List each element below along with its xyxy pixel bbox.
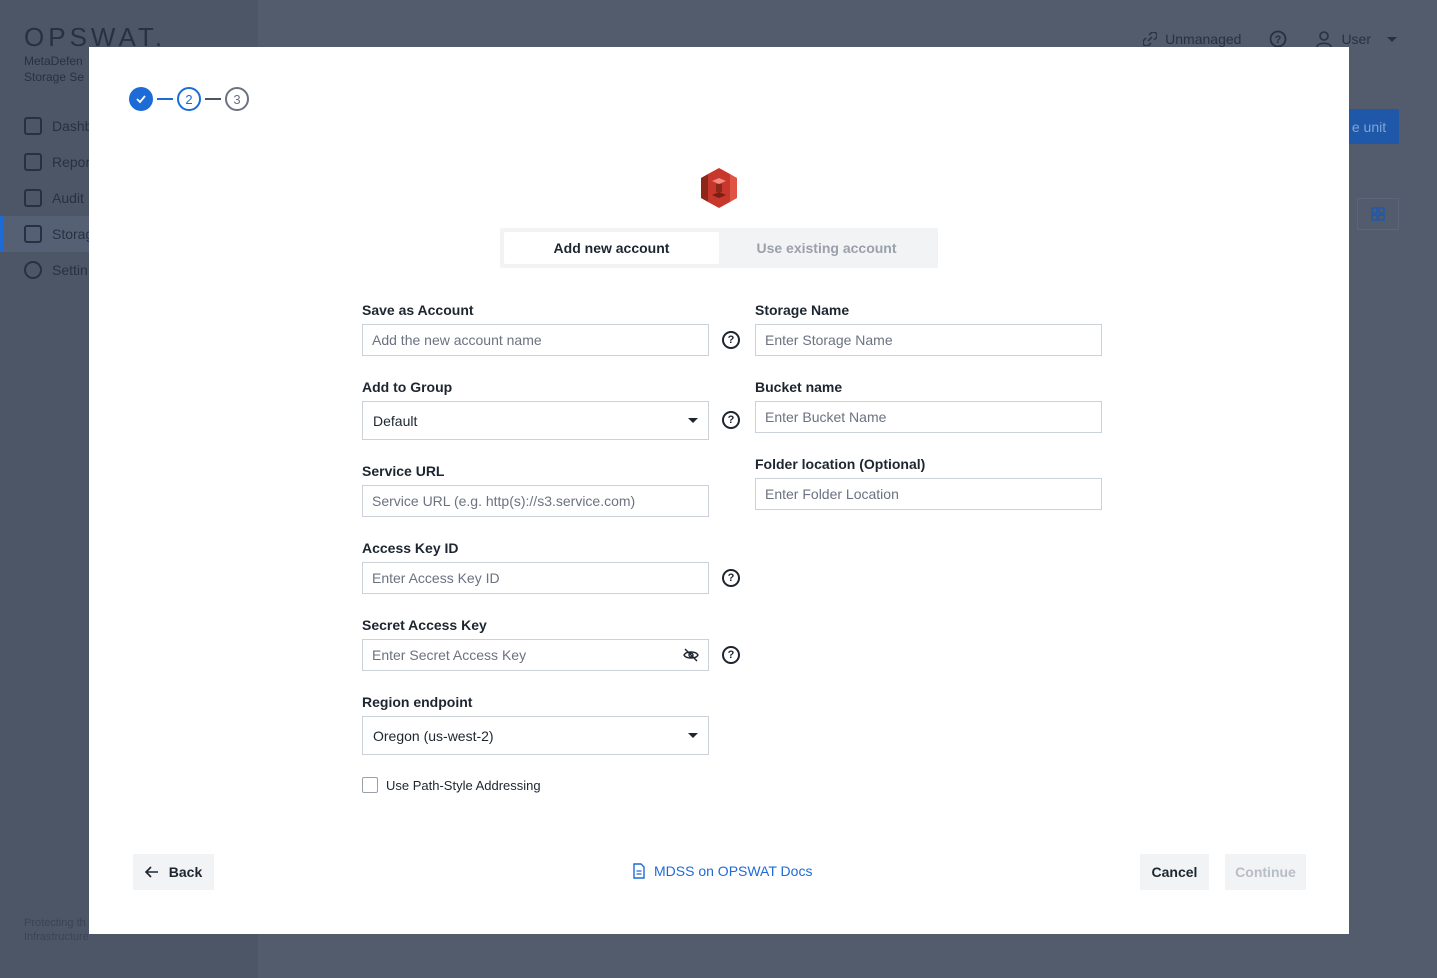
svg-text:?: ? [1275,34,1282,46]
service-url-label: Service URL [362,463,445,479]
add-storage-modal: 2 3 Add new account Use existing account… [89,47,1349,934]
folder-location-label: Folder location (Optional) [755,456,926,472]
bucket-name-input[interactable]: Enter Bucket Name [755,401,1102,433]
step-2-current: 2 [177,87,201,111]
storage-name-input[interactable]: Enter Storage Name [755,324,1102,356]
secret-access-key-input[interactable]: Enter Secret Access Key [362,639,709,671]
user-icon [1316,31,1333,48]
tab-use-existing-account[interactable]: Use existing account [719,232,934,264]
account-mode-tabs: Add new account Use existing account [500,228,938,268]
docs-link-label: MDSS on OPSWAT Docs [654,863,813,879]
access-key-id-input[interactable]: Enter Access Key ID [362,562,709,594]
link-icon [1143,32,1158,46]
arrow-left-icon [144,866,158,878]
cancel-button[interactable]: Cancel [1140,854,1209,890]
chevron-down-icon [688,418,698,423]
help-icon: ? [1269,30,1287,48]
access-key-id-label: Access Key ID [362,540,459,556]
secret-access-key-placeholder: Enter Secret Access Key [372,647,527,663]
back-button[interactable]: Back [133,854,214,890]
account-name-input[interactable]: Add the new account name [362,324,709,356]
service-url-input[interactable]: Service URL (e.g. http(s)://s3.service.c… [362,485,709,517]
storage-name-label: Storage Name [755,302,850,318]
bucket-name-label: Bucket name [755,379,843,395]
path-style-checkbox[interactable] [362,777,378,793]
document-icon [633,863,645,879]
region-endpoint-label: Region endpoint [362,694,473,710]
region-endpoint-select[interactable]: Oregon (us-west-2) [362,716,709,755]
gear-icon [24,261,42,279]
secret-access-key-label: Secret Access Key [362,617,487,633]
unmanaged-status: Unmanaged [1143,31,1241,47]
eye-off-icon[interactable] [683,648,699,662]
group-select[interactable]: Default [362,401,709,440]
add-to-group-label: Add to Group [362,379,453,395]
grid-view-icon [1357,198,1399,230]
path-style-option: Use Path-Style Addressing [362,777,541,793]
chevron-down-icon [688,733,698,738]
docs-link[interactable]: MDSS on OPSWAT Docs [632,863,812,879]
back-label: Back [168,864,203,880]
chevron-down-icon [1387,36,1397,42]
group-select-value: Default [373,412,418,429]
help-icon[interactable]: ? [722,646,740,664]
step-1-complete [129,87,153,111]
stepper: 2 3 [129,87,249,111]
tab-add-new-account[interactable]: Add new account [504,232,719,264]
path-style-label: Use Path-Style Addressing [386,777,541,793]
dashboard-icon [24,117,42,135]
continue-button[interactable]: Continue [1225,854,1306,890]
amazon-s3-icon [701,168,737,208]
step-connector [157,98,173,100]
top-bar: Unmanaged ? User [1143,30,1397,48]
step-connector [205,98,221,100]
step-3-pending: 3 [225,87,249,111]
clipboard-icon [24,153,42,171]
help-icon[interactable]: ? [722,569,740,587]
check-icon [136,95,146,104]
region-endpoint-value: Oregon (us-west-2) [373,727,494,744]
sidebar-footer: Protecting th Infrastructure [24,917,89,943]
audit-icon [24,189,42,207]
help-icon[interactable]: ? [722,331,740,349]
help-icon[interactable]: ? [722,411,740,429]
folder-location-input[interactable]: Enter Folder Location [755,478,1102,510]
user-menu: User [1315,30,1397,48]
save-as-account-label: Save as Account [362,302,474,318]
storage-icon [24,225,42,243]
